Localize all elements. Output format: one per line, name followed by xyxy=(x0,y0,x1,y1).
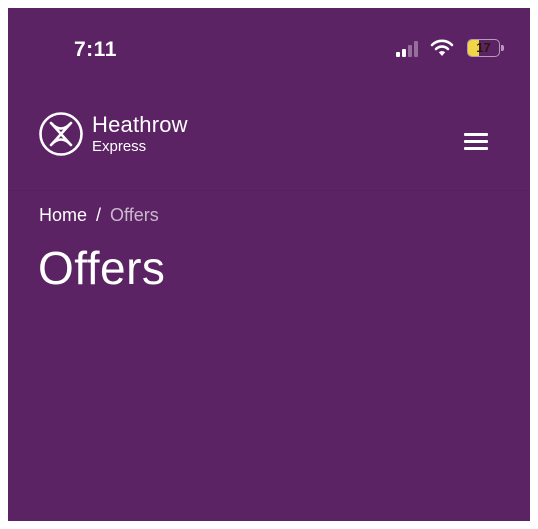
status-bar: 7:11 17 xyxy=(8,8,530,86)
hamburger-menu-icon[interactable] xyxy=(464,131,488,151)
site-header: Heathrow Express xyxy=(8,86,530,191)
battery-tip xyxy=(501,45,504,51)
battery-level: 17 xyxy=(476,40,491,55)
breadcrumb-current: Offers xyxy=(110,205,159,225)
page-title: Offers xyxy=(38,242,166,294)
battery-icon: 17 xyxy=(467,39,500,57)
phone-screen: 7:11 17 Heathrow Express Home / Offers O… xyxy=(8,8,530,521)
logo-title: Heathrow xyxy=(92,112,188,137)
wifi-icon xyxy=(430,39,454,56)
heathrow-express-logo[interactable]: Heathrow Express xyxy=(38,111,188,157)
logo-wordmark: Heathrow Express xyxy=(92,112,188,155)
status-time: 7:11 xyxy=(74,38,117,61)
heathrow-express-x-icon xyxy=(39,112,83,156)
logo-subtitle: Express xyxy=(92,138,147,155)
cellular-signal-icon xyxy=(396,41,418,57)
breadcrumb-home-link[interactable]: Home xyxy=(39,205,87,226)
breadcrumb-separator: / xyxy=(96,205,102,225)
breadcrumb: Home / Offers xyxy=(39,205,159,226)
